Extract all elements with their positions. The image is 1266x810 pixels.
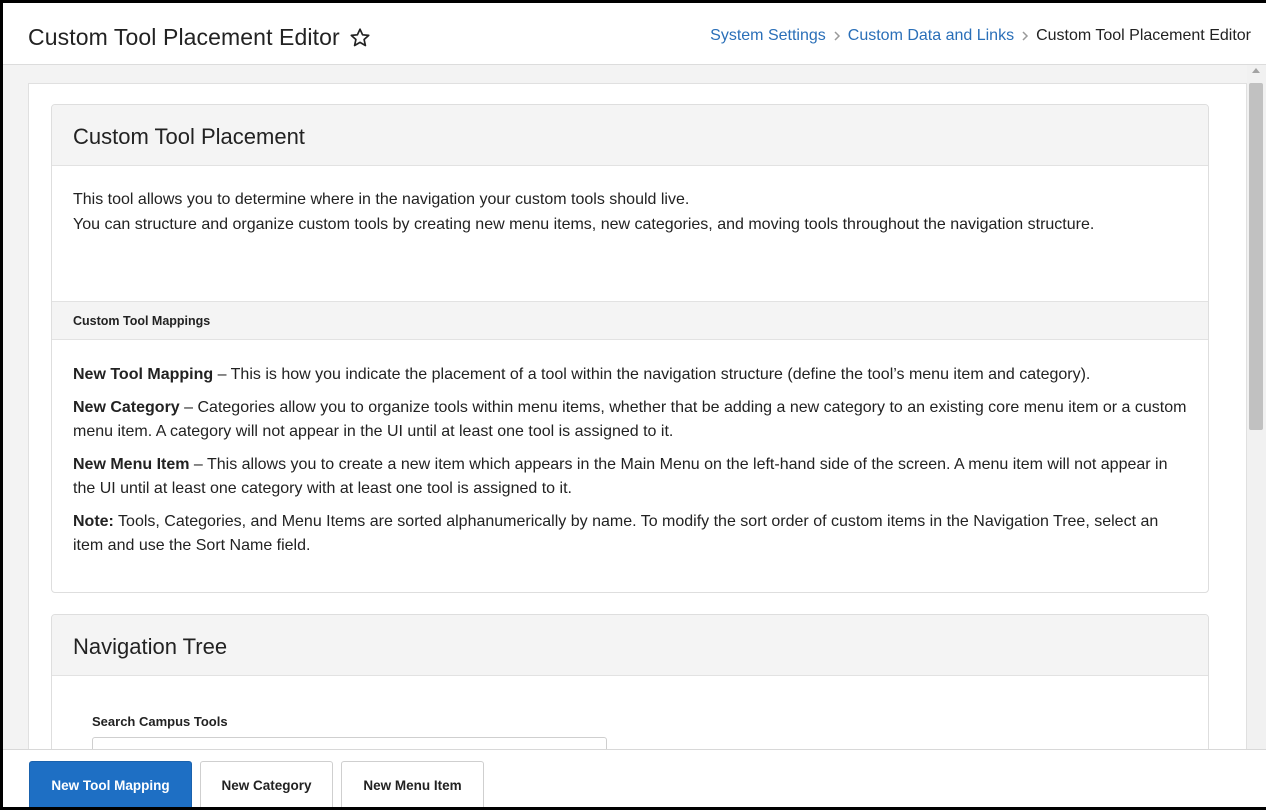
- scroll-up-arrow-icon[interactable]: [1252, 68, 1260, 73]
- page-title-text: Custom Tool Placement Editor: [28, 24, 340, 50]
- definition-text: – This allows you to create a new item w…: [73, 456, 1168, 497]
- definition-new-category: New Category – Categories allow you to o…: [73, 396, 1187, 444]
- intro-line: You can structure and organize custom to…: [73, 216, 1095, 233]
- favorite-star-icon[interactable]: [348, 26, 372, 50]
- breadcrumb-system-settings[interactable]: System Settings: [710, 27, 826, 45]
- definition-text: – Categories allow you to organize tools…: [73, 399, 1187, 440]
- action-toolbar: New Tool Mapping New Category New Menu I…: [3, 749, 1266, 807]
- definition-term: New Category: [73, 399, 180, 416]
- new-menu-item-button[interactable]: New Menu Item: [341, 761, 484, 807]
- definition-term: New Menu Item: [73, 456, 190, 473]
- breadcrumb: System Settings Custom Data and Links Cu…: [710, 27, 1251, 45]
- definition-text: Tools, Categories, and Menu Items are so…: [73, 513, 1159, 554]
- new-category-button[interactable]: New Category: [200, 761, 333, 807]
- breadcrumb-custom-data-and-links[interactable]: Custom Data and Links: [848, 27, 1014, 45]
- breadcrumb-current: Custom Tool Placement Editor: [1036, 27, 1251, 44]
- card-title: Custom Tool Placement: [52, 105, 1208, 166]
- new-tool-mapping-button[interactable]: New Tool Mapping: [29, 761, 192, 807]
- vertical-scrollbar[interactable]: [1247, 65, 1266, 751]
- definition-new-tool-mapping: New Tool Mapping – This is how you indic…: [73, 363, 1187, 387]
- definition-new-menu-item: New Menu Item – This allows you to creat…: [73, 453, 1187, 501]
- page-header: Custom Tool Placement Editor System Sett…: [3, 3, 1266, 65]
- chevron-right-icon: [1020, 30, 1030, 42]
- section-subheader: Custom Tool Mappings: [52, 301, 1208, 340]
- scrollbar-thumb[interactable]: [1249, 83, 1263, 430]
- definitions-list: New Tool Mapping – This is how you indic…: [52, 340, 1208, 558]
- definition-note: Note: Tools, Categories, and Menu Items …: [73, 510, 1187, 558]
- app-window: Custom Tool Placement Editor System Sett…: [0, 0, 1266, 810]
- chevron-right-icon: [832, 30, 842, 42]
- intro-line: This tool allows you to determine where …: [73, 191, 690, 208]
- definition-text: – This is how you indicate the placement…: [213, 366, 1091, 383]
- search-label: Search Campus Tools: [92, 714, 228, 729]
- main-content: Custom Tool Placement This tool allows y…: [28, 83, 1247, 807]
- custom-tool-placement-card: Custom Tool Placement This tool allows y…: [51, 104, 1209, 593]
- definition-term: New Tool Mapping: [73, 366, 214, 383]
- definition-term: Note:: [73, 513, 114, 530]
- page-title: Custom Tool Placement Editor: [28, 24, 372, 51]
- card-title: Navigation Tree: [52, 615, 1208, 676]
- intro-text: This tool allows you to determine where …: [52, 166, 1208, 301]
